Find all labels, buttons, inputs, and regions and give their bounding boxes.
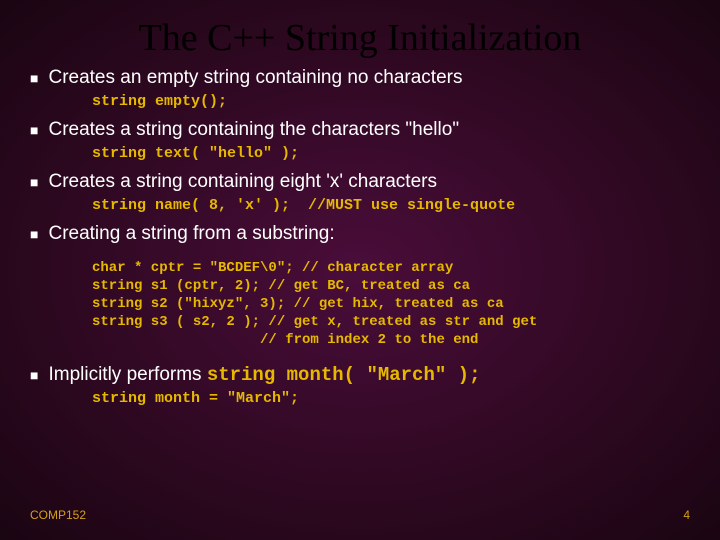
bullet-item: ■ Creates an empty string containing no …	[30, 66, 690, 91]
bullet-item: ■ Creating a string from a substring:	[30, 222, 690, 247]
code-line: string empty();	[92, 93, 690, 110]
bullet-text: Creates an empty string containing no ch…	[48, 66, 462, 91]
code-line: string month = "March";	[92, 390, 690, 407]
bullet-item: ■ Creates a string containing the charac…	[30, 118, 690, 143]
bullet-text: Creates a string containing eight 'x' ch…	[48, 170, 437, 195]
bullet-icon: ■	[30, 226, 38, 242]
bullet-icon: ■	[30, 367, 38, 383]
bullet-icon: ■	[30, 122, 38, 138]
footer-page-number: 4	[683, 508, 690, 522]
bullet-item: ■ Creates a string containing eight 'x' …	[30, 170, 690, 195]
code-line: string text( "hello" );	[92, 145, 690, 162]
bullet-text: Creating a string from a substring:	[48, 222, 334, 247]
code-line: string name( 8, 'x' ); //MUST use single…	[92, 197, 690, 214]
bullet-item: ■ Implicitly performs string month( "Mar…	[30, 363, 690, 388]
bullet-text: Creates a string containing the characte…	[48, 118, 459, 143]
implicit-prefix: Implicitly performs	[48, 364, 206, 385]
slide-content: ■ Creates an empty string containing no …	[0, 66, 720, 407]
footer-course: COMP152	[30, 508, 86, 522]
slide-title: The C++ String Initialization	[0, 0, 720, 66]
slide-footer: COMP152 4	[30, 508, 690, 522]
inline-code: string month( "March" );	[207, 364, 481, 386]
bullet-icon: ■	[30, 70, 38, 86]
bullet-text-implicit: Implicitly performs string month( "March…	[48, 363, 480, 388]
code-block: char * cptr = "BCDEF\0"; // character ar…	[92, 259, 690, 350]
bullet-icon: ■	[30, 174, 38, 190]
